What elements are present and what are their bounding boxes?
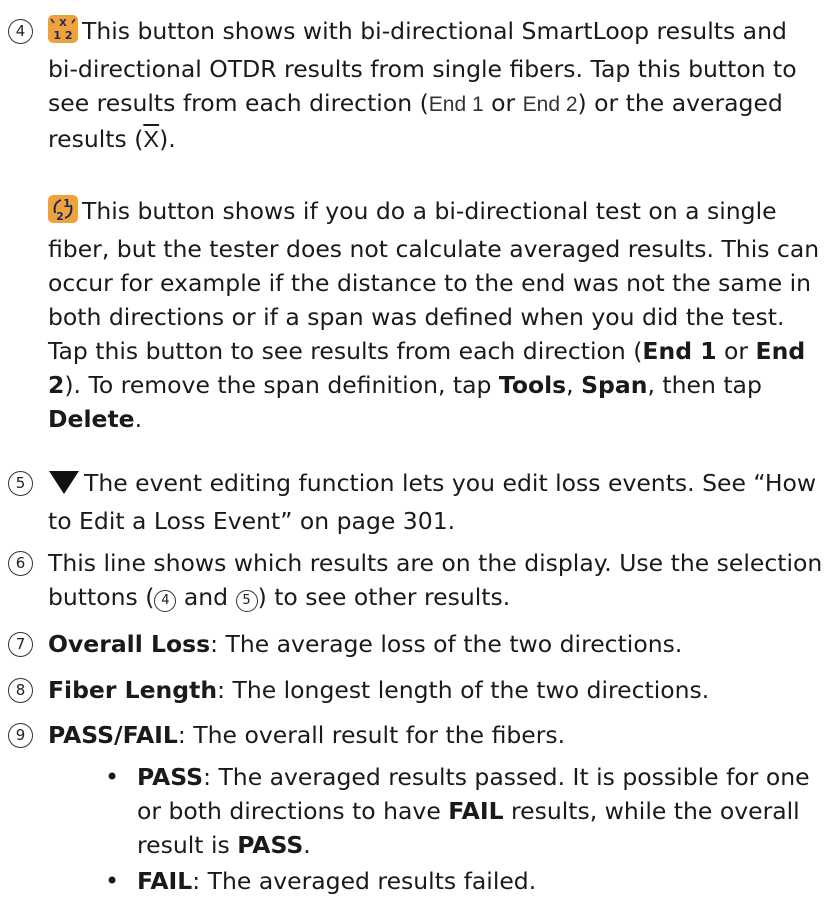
averaged-results-toggle-icon: X 1 2 [48,15,78,52]
item-4-paragraph-1: X 1 2 This button shows with bi-directio… [48,14,823,156]
pass-end: . [303,831,311,859]
item-9-text: : The overall result for the fibers. [177,721,566,749]
pass-bold: PASS [137,763,204,791]
callout-number-6: 6 [8,551,33,576]
callout-number-8: 8 [8,678,33,703]
item-6-and: and [176,583,236,611]
fail-bold-inline: FAIL [448,797,504,825]
fail-text: : The averaged results failed. [192,867,537,895]
or-text: or [483,89,523,117]
bullet-pass: • PASS: The averaged results passed. It … [105,760,814,862]
fiber-length-label: Fiber Length [48,676,218,704]
comma-text: , [566,371,582,399]
item-4: 4 X 1 2 This button shows with bi-direct… [8,14,823,156]
averaged-symbol: X [143,126,160,152]
end1-label: End 1 [428,93,484,116]
item-4-paragraph-2: 1 2 This button shows if you do a bi-dir… [48,194,823,436]
end2-label: End 2 [522,93,578,116]
item-6-text-b: ) to see other results. [257,583,511,611]
icon-2-glyph: 2 [56,210,64,223]
item-9: 9 PASS/FAIL: The overall result for the … [8,718,823,752]
item-6: 6 This line shows which results are on t… [8,546,823,614]
end1-bold: End 1 [642,337,717,365]
bullet-marker: • [105,763,120,791]
item-4-p2-mid: ). To remove the span definition, tap [64,371,499,399]
item-8-text: : The longest length of the two directio… [217,676,710,704]
item-4-text-c: ). [159,125,176,153]
direction-toggle-icon: 1 2 [48,195,78,232]
callout-number-9: 9 [8,723,33,748]
overall-loss-label: Overall Loss [48,630,211,658]
bullet-fail: • FAIL: The averaged results failed. [105,864,814,898]
pass-fail-label: PASS/FAIL [48,721,178,749]
period-text: . [134,405,143,433]
item-5-text: The event editing function lets you edit… [48,469,817,535]
item-5: 5 The event editing function lets you ed… [8,466,823,538]
inline-callout-4: 4 [154,590,177,612]
inline-callout-5: 5 [235,590,258,612]
item-8: 8 Fiber Length: The longest length of th… [8,673,823,707]
callout-number-7: 7 [8,632,33,657]
span-bold: Span [581,371,648,399]
icon-x-glyph: X [59,18,67,29]
callout-number-4: 4 [8,19,33,44]
pass-bold-inline: PASS [237,831,304,859]
callout-number-5: 5 [8,471,33,496]
fail-bold: FAIL [137,867,193,895]
event-editing-triangle-icon [48,469,80,504]
delete-bold: Delete [48,405,135,433]
bullet-marker-2: • [105,867,120,895]
or-text-2: or [716,337,756,365]
then-text: , then tap [647,371,762,399]
tools-bold: Tools [498,371,567,399]
item-7-text: : The average loss of the two directions… [210,630,683,658]
icon-12-glyph: 1 2 [53,29,72,42]
icon-1-glyph: 1 [63,197,71,210]
item-7: 7 Overall Loss: The average loss of the … [8,627,823,661]
